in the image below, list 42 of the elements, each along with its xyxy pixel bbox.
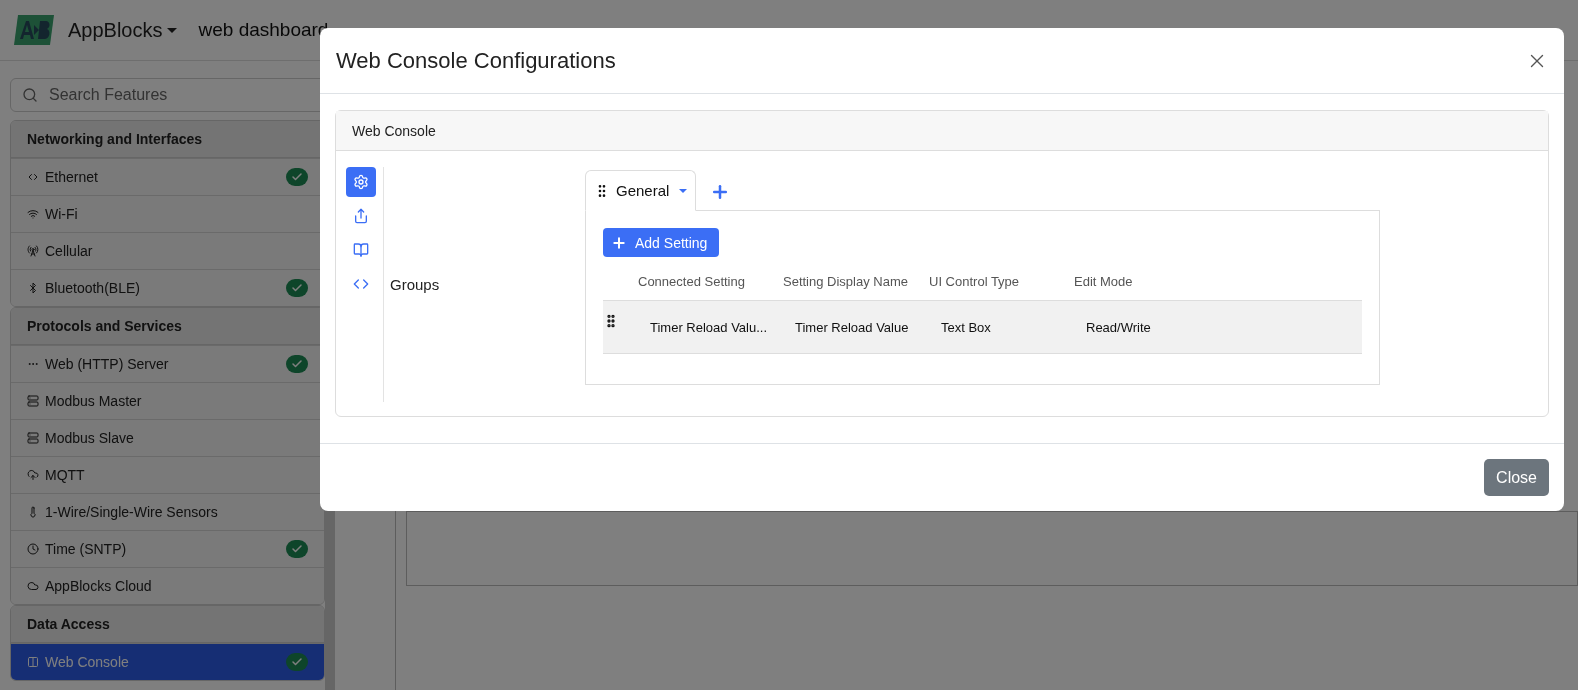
search-icon — [22, 87, 38, 103]
sidebar-item[interactable]: Time (SNTP) — [11, 530, 324, 567]
column-header: Setting Display Name — [783, 274, 909, 291]
column-header: UI Control Type — [929, 274, 1021, 291]
tool-button[interactable] — [346, 167, 376, 197]
thermometer-icon — [27, 506, 39, 518]
sidebar-item[interactable]: AppBlocks Cloud — [11, 567, 324, 604]
section-header: Data Access — [11, 606, 324, 643]
plus-icon — [611, 234, 627, 251]
antenna-icon — [27, 245, 39, 257]
settings-icon — [353, 174, 369, 190]
angle-brackets-icon — [27, 171, 39, 183]
caret-icon — [679, 188, 688, 193]
tab[interactable]: General — [585, 170, 697, 211]
share-icon — [353, 208, 369, 224]
clock-icon — [27, 543, 39, 555]
close-button[interactable]: Close — [1484, 459, 1549, 496]
panel-icon — [27, 656, 39, 668]
server-icon — [27, 432, 39, 444]
cloud-upload-icon — [27, 469, 39, 481]
column-header: Edit Mode — [1074, 274, 1134, 291]
cloud-icon — [27, 580, 39, 592]
table-cell-text: Timer Reload Value — [794, 319, 910, 335]
sidebar-item[interactable]: 1-Wire/Single-Wire Sensors — [11, 493, 324, 530]
book-icon — [353, 242, 369, 258]
groups-label: Groups — [390, 276, 441, 293]
sidebar-item[interactable]: Web Console — [11, 643, 324, 680]
column-header: Connected Setting — [638, 274, 746, 291]
add-setting-button[interactable]: Add Setting — [603, 228, 720, 257]
logo-icon — [12, 13, 56, 47]
code-icon — [353, 276, 369, 292]
bluetooth-icon — [27, 282, 39, 294]
dialog-title: Web Console Configurations — [336, 47, 616, 74]
brand-menu[interactable]: AppBlocks — [68, 18, 177, 42]
project-title: web dashboard — [198, 19, 329, 41]
table-cell-text: Read/Write — [1085, 319, 1152, 335]
tab-label: General — [616, 182, 670, 199]
wifi-icon — [27, 208, 39, 220]
table-cell-text: Timer Reload Valu... — [649, 319, 769, 335]
table-cell-text: Text Box — [940, 319, 992, 335]
card-header: Web Console — [336, 111, 1548, 151]
server-icon — [27, 395, 39, 407]
